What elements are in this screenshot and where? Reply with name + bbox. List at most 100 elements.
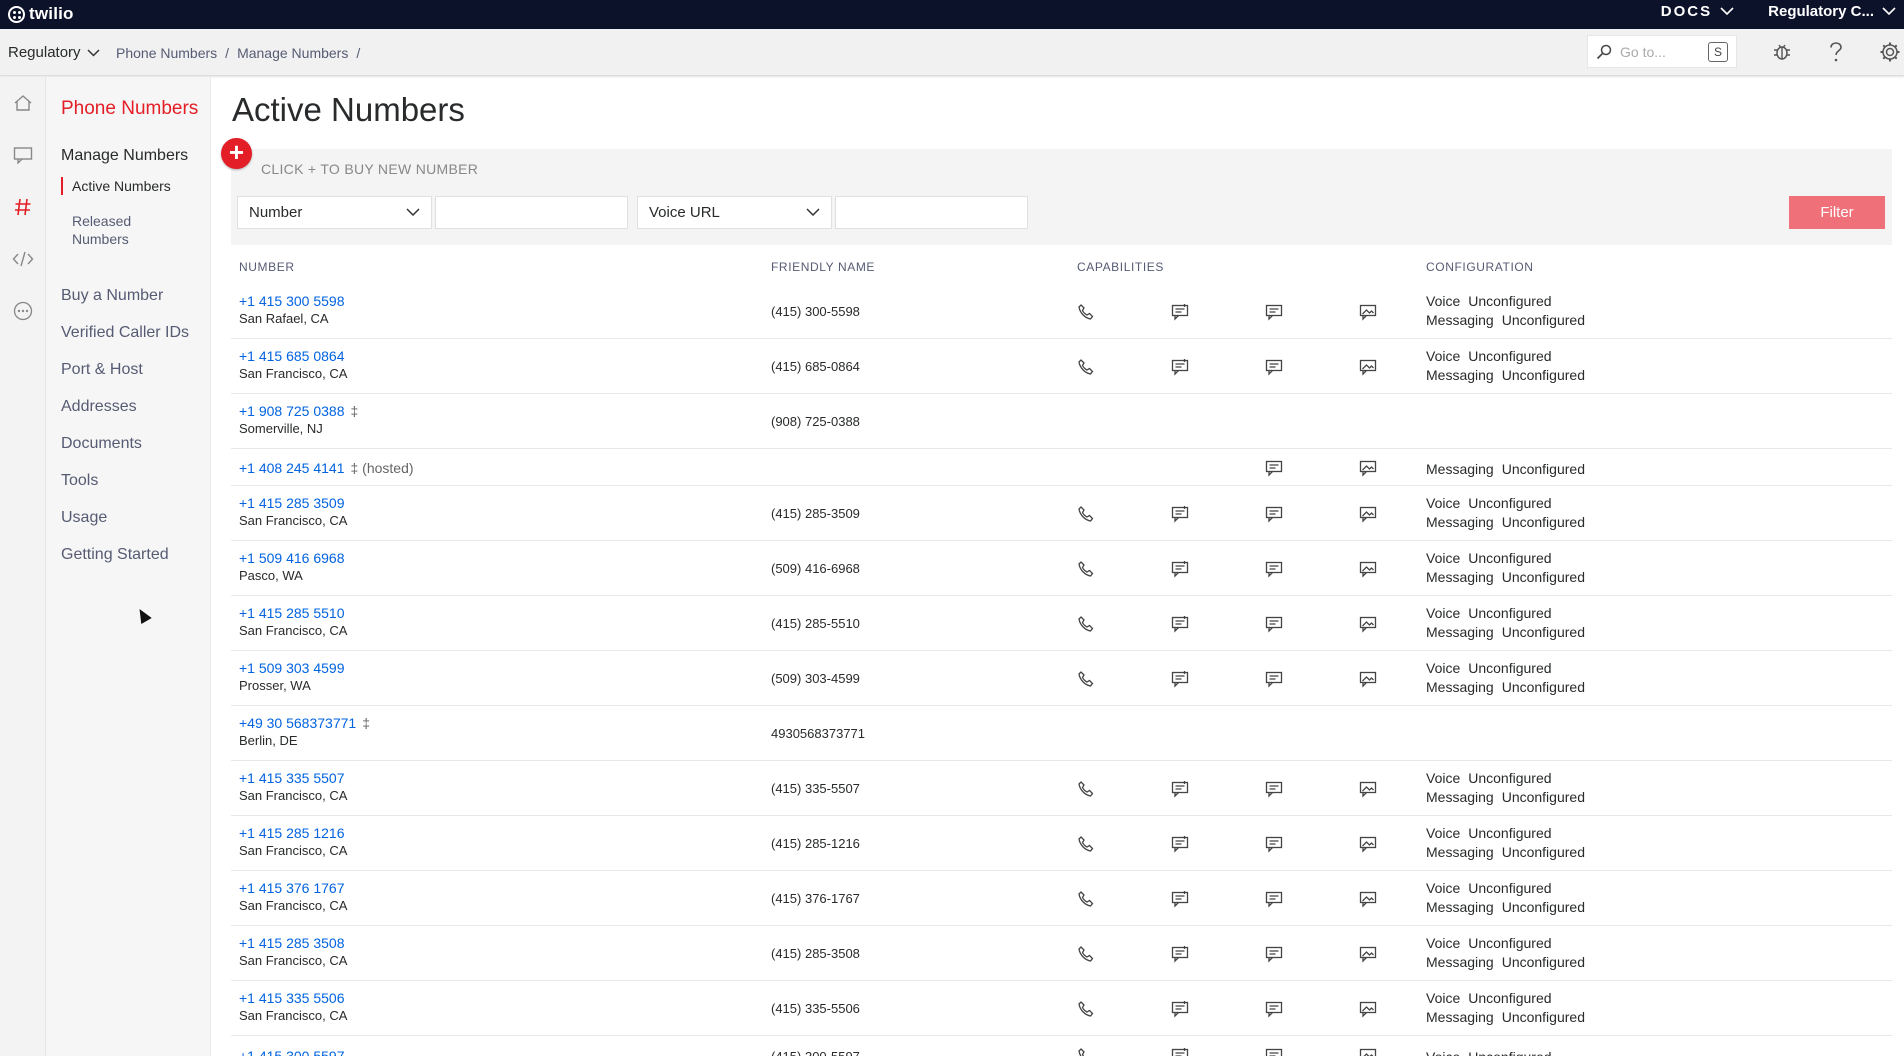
search-input[interactable]: Go to... S	[1587, 35, 1737, 68]
configuration-line: Messaging Unconfigured	[1426, 568, 1585, 587]
phone-number[interactable]: +1 415 300 5598	[239, 293, 345, 309]
sidebar-item-getting-started[interactable]: Getting Started	[61, 536, 189, 573]
phone-number[interactable]: +49 30 568373771	[239, 715, 356, 731]
phone-number-link[interactable]: +1 509 416 6968	[239, 550, 345, 566]
sms-capability-icon	[1171, 303, 1189, 321]
table-row[interactable]: +49 30 568373771 ‡ Berlin, DE 4930568373771	[231, 706, 1892, 761]
column-header-number[interactable]: NUMBER	[239, 260, 295, 274]
table-row[interactable]: +1 415 300 5597 (415) 300-5597 Voice Unconf…	[231, 1036, 1892, 1056]
breadcrumb-manage-numbers[interactable]: Manage Numbers	[237, 45, 348, 61]
phone-number-link[interactable]: +1 408 245 4141 ‡ (hosted)	[239, 460, 414, 476]
table-row[interactable]: +1 415 335 5507 San Francisco, CA (415) 33…	[231, 761, 1892, 816]
sidebar-item-manage-numbers[interactable]: Manage Numbers	[61, 147, 188, 165]
configuration-status: Unconfigured	[1468, 935, 1552, 951]
breadcrumb-phone-numbers[interactable]: Phone Numbers	[116, 45, 217, 61]
friendly-name: (415) 335-5506	[771, 1001, 860, 1016]
debugger-icon[interactable]	[1770, 40, 1794, 64]
configuration-type: Messaging	[1426, 954, 1494, 970]
filter-button[interactable]: Filter	[1789, 196, 1885, 229]
phone-number-link[interactable]: +1 415 285 3509	[239, 495, 345, 511]
more-icon[interactable]	[0, 285, 46, 337]
phone-number-link[interactable]: +1 908 725 0388 ‡	[239, 403, 358, 419]
code-icon[interactable]	[0, 233, 46, 285]
phone-number[interactable]: +1 415 376 1767	[239, 880, 345, 896]
configuration-cell: Voice Unconfigured Messaging Unconfigured	[1426, 879, 1585, 917]
phone-number[interactable]: +1 408 245 4141	[239, 460, 345, 476]
table-row[interactable]: +1 415 285 3509 San Francisco, CA (415) 28…	[231, 486, 1892, 541]
sidebar-item-active-numbers[interactable]: Active Numbers	[72, 177, 171, 195]
sidebar-item-buy-a-number[interactable]: Buy a Number	[61, 277, 189, 314]
product-switcher[interactable]: Regulatory	[8, 44, 100, 61]
phone-number-link[interactable]: +1 415 285 3508	[239, 935, 345, 951]
settings-icon[interactable]	[1878, 40, 1902, 64]
phone-number[interactable]: +1 415 335 5506	[239, 990, 345, 1006]
phone-number[interactable]: +1 415 285 5510	[239, 605, 345, 621]
column-header-friendly-name[interactable]: FRIENDLY NAME	[771, 260, 875, 274]
sidebar-item-released-numbers[interactable]: Released Numbers	[72, 212, 162, 248]
friendly-name: (415) 300-5598	[771, 304, 860, 319]
filter-number-input[interactable]	[435, 196, 628, 229]
sidebar-item-addresses[interactable]: Addresses	[61, 388, 189, 425]
page-title: Active Numbers	[232, 91, 465, 128]
phone-number-link[interactable]: +1 415 335 5507	[239, 770, 345, 786]
help-icon[interactable]	[1824, 40, 1848, 64]
hash-icon[interactable]	[0, 181, 46, 233]
sidebar-item-documents[interactable]: Documents	[61, 425, 189, 462]
buy-number-button[interactable]: +	[221, 138, 252, 169]
table-row[interactable]: +1 509 303 4599 Prosser, WA (509) 303-4599…	[231, 651, 1892, 706]
table-row[interactable]: +1 415 300 5598 San Rafael, CA (415) 300-5…	[231, 284, 1892, 339]
messaging-capability-icon	[1265, 505, 1283, 523]
table-row[interactable]: +1 908 725 0388 ‡ Somerville, NJ (908) 725-…	[231, 394, 1892, 449]
phone-number[interactable]: +1 415 335 5507	[239, 770, 345, 786]
sidebar-title[interactable]: Phone Numbers	[61, 98, 198, 120]
twilio-logo[interactable]: twilio	[8, 4, 74, 24]
table-row[interactable]: +1 415 285 5510 San Francisco, CA (415) 28…	[231, 596, 1892, 651]
sidebar-subnav: Active Numbers	[61, 177, 171, 195]
configuration-status: Unconfigured	[1468, 770, 1552, 786]
configuration-line: Voice Unconfigured	[1426, 604, 1585, 623]
sidebar-item-port-host[interactable]: Port & Host	[61, 351, 189, 388]
configuration-status: Unconfigured	[1468, 495, 1552, 511]
column-header-capabilities: CAPABILITIES	[1077, 260, 1165, 274]
phone-number[interactable]: +1 415 685 0864	[239, 348, 345, 364]
mms-media-capability-icon	[1359, 945, 1377, 963]
product-label: Regulatory	[8, 44, 81, 61]
filter-url-input[interactable]	[835, 196, 1028, 229]
sidebar-item-verified-caller-ids[interactable]: Verified Caller IDs	[61, 314, 189, 351]
phone-number[interactable]: +1 509 416 6968	[239, 550, 345, 566]
table-row[interactable]: +1 415 285 1216 San Francisco, CA (415) 28…	[231, 816, 1892, 871]
phone-number-link[interactable]: +1 415 285 1216	[239, 825, 345, 841]
table-row[interactable]: +1 415 285 3508 San Francisco, CA (415) 28…	[231, 926, 1892, 981]
sidebar-item-tools[interactable]: Tools	[61, 462, 189, 499]
table-row[interactable]: +1 415 376 1767 San Francisco, CA (415) 37…	[231, 871, 1892, 926]
phone-number-link[interactable]: +1 509 303 4599	[239, 660, 345, 676]
phone-number-link[interactable]: +1 415 685 0864	[239, 348, 345, 364]
sidebar-item-usage[interactable]: Usage	[61, 499, 189, 536]
home-icon[interactable]	[0, 77, 46, 129]
phone-number[interactable]: +1 908 725 0388	[239, 403, 345, 419]
filter-field-select[interactable]: Number	[237, 196, 432, 229]
phone-number[interactable]: +1 415 285 1216	[239, 825, 345, 841]
filter-url-select[interactable]: Voice URL	[637, 196, 832, 229]
phone-number[interactable]: +1 509 303 4599	[239, 660, 345, 676]
account-menu[interactable]: Regulatory C...	[1768, 3, 1896, 20]
chat-icon[interactable]	[0, 129, 46, 181]
phone-number-link[interactable]: +1 415 285 5510	[239, 605, 345, 621]
table-row[interactable]: +1 415 335 5506 San Francisco, CA (415) 33…	[231, 981, 1892, 1036]
table-row[interactable]: +1 509 416 6968 Pasco, WA (509) 416-6968 Vo…	[231, 541, 1892, 596]
phone-number-link[interactable]: +1 415 300 5598	[239, 293, 345, 309]
phone-number-link[interactable]: +1 415 376 1767	[239, 880, 345, 896]
friendly-name: (415) 285-3509	[771, 506, 860, 521]
phone-number-link[interactable]: +1 415 335 5506	[239, 990, 345, 1006]
phone-number-link[interactable]: +49 30 568373771 ‡	[239, 715, 370, 731]
docs-menu[interactable]: DOCS	[1661, 3, 1734, 20]
phone-number-link[interactable]: +1 415 300 5597	[239, 1048, 345, 1056]
friendly-name: (415) 685-0864	[771, 359, 860, 374]
phone-number[interactable]: +1 415 300 5597	[239, 1048, 345, 1056]
buy-number-label: CLICK + TO BUY NEW NUMBER	[261, 161, 479, 177]
phone-number[interactable]: +1 415 285 3508	[239, 935, 345, 951]
table-row[interactable]: +1 408 245 4141 ‡ (hosted) Messaging Unconf…	[231, 449, 1892, 486]
table-row[interactable]: +1 415 685 0864 San Francisco, CA (415) 68…	[231, 339, 1892, 394]
phone-number[interactable]: +1 415 285 3509	[239, 495, 345, 511]
breadcrumb: Phone Numbers / Manage Numbers /	[116, 45, 360, 61]
